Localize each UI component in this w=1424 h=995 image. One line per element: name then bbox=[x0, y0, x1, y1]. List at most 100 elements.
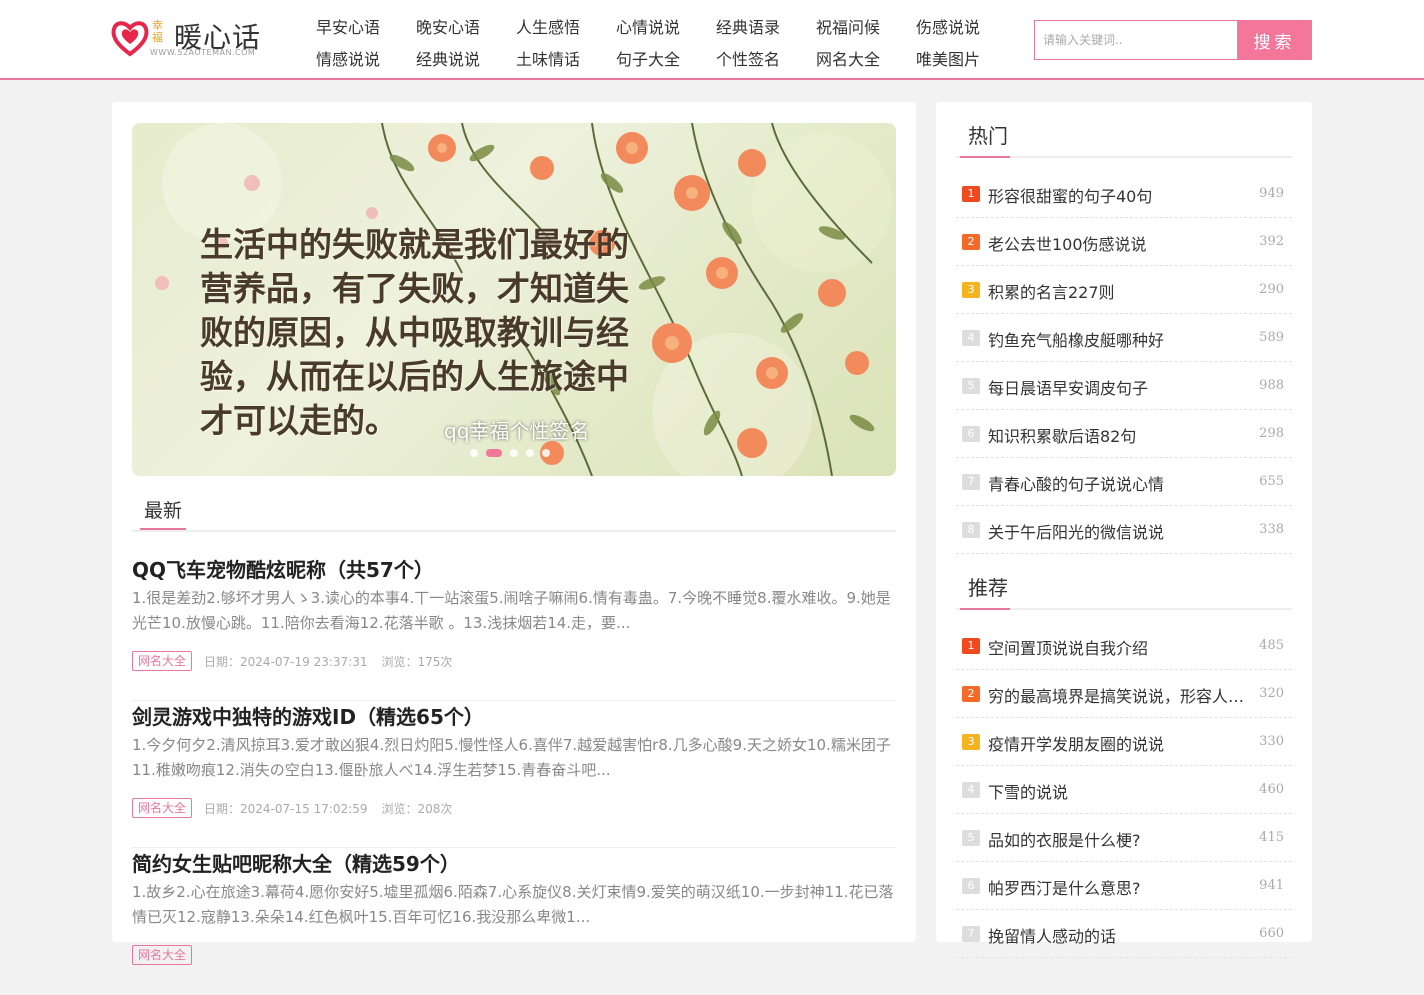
hot-item[interactable]: 4 钓鱼充气船橡皮艇哪种好 589 bbox=[956, 314, 1292, 362]
sidebar: 热门 1 形容很甜蜜的句子40句 949 2 老公去世100伤感说说 392 3 积累的名… bbox=[936, 102, 1312, 958]
view-count: 460 bbox=[1259, 782, 1284, 797]
article-item: 简约女生贴吧昵称大全（精选59个） 1.故乡2.心在旅途3.幕荷4.愿你安好5.… bbox=[132, 848, 896, 995]
recommend-item-title[interactable]: 穷的最高境界是搞笑说说，形容人穷的搞笑句子 bbox=[988, 683, 1258, 707]
view-count: 415 bbox=[1259, 830, 1284, 845]
nav-item[interactable]: 经典语录 bbox=[698, 14, 798, 38]
banner-quote: 生活中的失败就是我们最好的营养品，有了失败，才知道失败的原因，从中吸取教训与经验… bbox=[200, 225, 629, 440]
article-tag[interactable]: 网名大全 bbox=[132, 798, 193, 818]
main-nav: 早安心语 晚安心语 人生感悟 心情说说 经典语录 祝福问候 伤感说说 情感说说 … bbox=[298, 10, 1018, 74]
recommend-list: 1 空间置顶说说自我介绍485 2 穷的最高境界是搞笑说说，形容人穷的搞笑句子320… bbox=[956, 622, 1292, 958]
hot-item[interactable]: 5 每日晨语早安调皮句子 988 bbox=[956, 362, 1292, 410]
nav-item[interactable]: 伤感说说 bbox=[898, 14, 998, 38]
view-count: 941 bbox=[1259, 878, 1284, 893]
slider-dot[interactable] bbox=[526, 449, 534, 457]
rank-badge: 2 bbox=[962, 686, 980, 702]
hot-item[interactable]: 2 老公去世100伤感说说 392 bbox=[956, 218, 1292, 266]
hot-item[interactable]: 3 积累的名言227则 290 bbox=[956, 266, 1292, 314]
slider-dot-active[interactable] bbox=[486, 449, 502, 457]
recommend-item[interactable]: 7 挽留情人感动的话 660 bbox=[956, 910, 1292, 958]
article-meta: 网名大全 日期：2024-07-15 17:02:59 浏览：208次 bbox=[132, 797, 452, 819]
rank-badge: 2 bbox=[962, 234, 980, 250]
article-title[interactable]: QQ飞车宠物酷炫昵称（共57个） bbox=[132, 554, 434, 583]
nav-item[interactable]: 晚安心语 bbox=[398, 14, 498, 38]
hot-item-title[interactable]: 积累的名言227则 bbox=[988, 279, 1258, 303]
article-title[interactable]: 剑灵游戏中独特的游戏ID（精选65个） bbox=[132, 701, 484, 730]
search-button[interactable]: 搜索 bbox=[1237, 20, 1312, 60]
view-count: 949 bbox=[1259, 186, 1284, 201]
view-count: 655 bbox=[1259, 474, 1284, 489]
nav-item[interactable]: 早安心语 bbox=[298, 14, 398, 38]
slider-dot[interactable] bbox=[510, 449, 518, 457]
article-meta: 网名大全 日期：2024-07-19 23:37:31 浏览：175次 bbox=[132, 650, 452, 672]
hot-item-title[interactable]: 钓鱼充气船橡皮艇哪种好 bbox=[988, 327, 1258, 351]
nav-item[interactable]: 情感说说 bbox=[298, 46, 398, 70]
view-count: 338 bbox=[1259, 522, 1284, 537]
recommend-item-title[interactable]: 下雪的说说 bbox=[988, 779, 1258, 803]
nav-row-2: 情感说说 经典说说 土味情话 句子大全 个性签名 网名大全 唯美图片 bbox=[298, 42, 1018, 74]
banner-slider[interactable]: 生活中的失败就是我们最好的营养品，有了失败，才知道失败的原因，从中吸取教训与经验… bbox=[132, 123, 896, 476]
view-count: 298 bbox=[1259, 426, 1284, 441]
hot-item-title[interactable]: 形容很甜蜜的句子40句 bbox=[988, 183, 1258, 207]
hot-section-header: 热门 bbox=[956, 102, 1292, 158]
rank-badge: 1 bbox=[962, 186, 980, 202]
rank-badge: 5 bbox=[962, 830, 980, 846]
article-date: 日期：2024-07-15 17:02:59 bbox=[204, 801, 368, 816]
hot-item-title[interactable]: 知识积累歇后语82句 bbox=[988, 423, 1258, 447]
site-header: 幸福 暖心话 WWW.52AOTEMAN.COM 早安心语 晚安心语 人生感悟 … bbox=[0, 0, 1424, 80]
recommend-item[interactable]: 3 疫情开学发朋友圈的说说 330 bbox=[956, 718, 1292, 766]
hot-item-title[interactable]: 每日晨语早安调皮句子 bbox=[988, 375, 1258, 399]
nav-item[interactable]: 唯美图片 bbox=[898, 46, 998, 70]
nav-item[interactable]: 网名大全 bbox=[798, 46, 898, 70]
latest-section-header: 最新 bbox=[132, 492, 896, 532]
hot-item[interactable]: 7 青春心酸的句子说说心情 655 bbox=[956, 458, 1292, 506]
slider-dot[interactable] bbox=[470, 449, 478, 457]
hot-item-title[interactable]: 老公去世100伤感说说 bbox=[988, 231, 1258, 255]
article-title[interactable]: 简约女生贴吧昵称大全（精选59个） bbox=[132, 848, 460, 877]
logo-url: WWW.52AOTEMAN.COM bbox=[150, 48, 256, 57]
logo-sub-text: 幸福 bbox=[152, 19, 163, 44]
rank-badge: 6 bbox=[962, 878, 980, 894]
rank-badge: 7 bbox=[962, 926, 980, 942]
section-underline bbox=[960, 156, 1010, 158]
nav-item[interactable]: 土味情话 bbox=[498, 46, 598, 70]
recommend-item[interactable]: 1 空间置顶说说自我介绍 485 bbox=[956, 622, 1292, 670]
recommend-item-title[interactable]: 帕罗西汀是什么意思? bbox=[988, 875, 1258, 899]
recommend-title: 推荐 bbox=[968, 576, 1008, 600]
hot-item[interactable]: 6 知识积累歇后语82句 298 bbox=[956, 410, 1292, 458]
recommend-item-title[interactable]: 品如的衣服是什么梗? bbox=[988, 827, 1258, 851]
search-input[interactable] bbox=[1034, 20, 1238, 60]
rank-badge: 1 bbox=[962, 638, 980, 654]
hot-item-title[interactable]: 青春心酸的句子说说心情 bbox=[988, 471, 1258, 495]
article-item: QQ飞车宠物酷炫昵称（共57个） 1.很是差劲2.够坏才男人ゝ3.读心的本事4.… bbox=[132, 554, 896, 701]
nav-item[interactable]: 经典说说 bbox=[398, 46, 498, 70]
recommend-item[interactable]: 2 穷的最高境界是搞笑说说，形容人穷的搞笑句子320 bbox=[956, 670, 1292, 718]
hot-item[interactable]: 1 形容很甜蜜的句子40句 949 bbox=[956, 170, 1292, 218]
recommend-item[interactable]: 4 下雪的说说 460 bbox=[956, 766, 1292, 814]
nav-item[interactable]: 句子大全 bbox=[598, 46, 698, 70]
view-count: 330 bbox=[1259, 734, 1284, 749]
article-meta: 网名大全 bbox=[132, 944, 204, 966]
recommend-item[interactable]: 6 帕罗西汀是什么意思? 941 bbox=[956, 862, 1292, 910]
hot-item[interactable]: 8 关于午后阳光的微信说说 338 bbox=[956, 506, 1292, 554]
recommend-item-title[interactable]: 挽留情人感动的话 bbox=[988, 923, 1258, 947]
nav-item[interactable]: 心情说说 bbox=[598, 14, 698, 38]
recommend-item[interactable]: 5 品如的衣服是什么梗? 415 bbox=[956, 814, 1292, 862]
recommend-item-title[interactable]: 空间置顶说说自我介绍 bbox=[988, 635, 1258, 659]
rank-badge: 4 bbox=[962, 782, 980, 798]
hot-list: 1 形容很甜蜜的句子40句 949 2 老公去世100伤感说说 392 3 积累的名言22… bbox=[956, 170, 1292, 554]
article-views: 浏览：175次 bbox=[381, 654, 453, 669]
nav-item[interactable]: 人生感悟 bbox=[498, 14, 598, 38]
nav-item[interactable]: 祝福问候 bbox=[798, 14, 898, 38]
slider-dot[interactable] bbox=[542, 449, 550, 457]
article-tag[interactable]: 网名大全 bbox=[132, 651, 193, 671]
article-excerpt: 1.今夕何夕2.清风掠耳3.爱才敢凶狠4.烈日灼阳5.慢性怪人6.喜伴7.越爱越… bbox=[132, 736, 891, 779]
recommend-item-title[interactable]: 疫情开学发朋友圈的说说 bbox=[988, 731, 1258, 755]
search-box: 搜索 bbox=[1034, 20, 1312, 60]
rank-badge: 3 bbox=[962, 734, 980, 750]
article-tag[interactable]: 网名大全 bbox=[132, 945, 193, 965]
heart-logo-icon bbox=[111, 21, 149, 57]
site-logo[interactable]: 幸福 暖心话 WWW.52AOTEMAN.COM bbox=[110, 14, 270, 62]
banner-caption[interactable]: qq幸福个性签名 bbox=[444, 415, 589, 444]
nav-item[interactable]: 个性签名 bbox=[698, 46, 798, 70]
hot-item-title[interactable]: 关于午后阳光的微信说说 bbox=[988, 519, 1258, 543]
